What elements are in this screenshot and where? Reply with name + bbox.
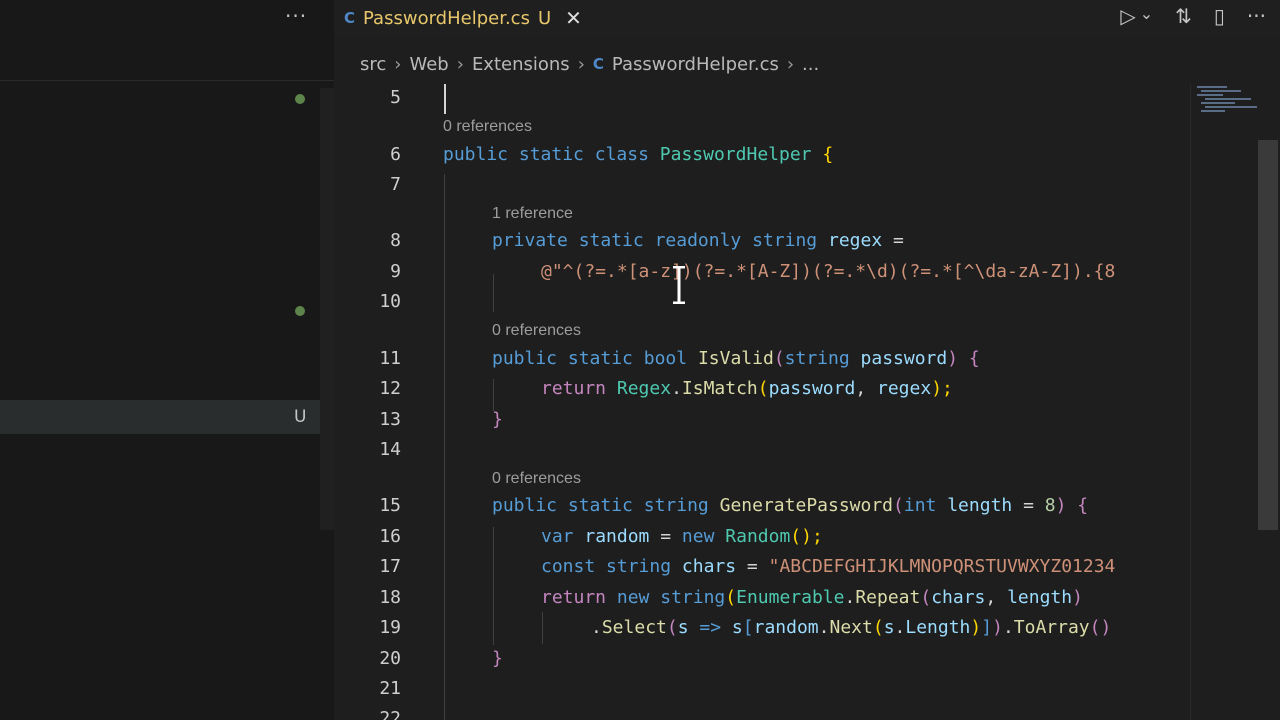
regex-string: @"^(?=.*[a-z])(?=.*[A-Z])(?=.*\d)(?=.*[^…	[541, 261, 1116, 282]
editor-scrollbar[interactable]	[1258, 140, 1278, 530]
sidebar-divider	[0, 80, 334, 81]
line-number: 6	[390, 144, 401, 165]
code-line[interactable]: 8 private static readonly string regex =	[334, 227, 1190, 257]
code-line[interactable]: 12 return Regex.IsMatch(password, regex)…	[334, 375, 1190, 405]
code-text: public static bool IsValid(string passwo…	[492, 348, 980, 369]
editor-actions: ▷ ⌄ ⇅ ▯ ···	[1120, 4, 1266, 28]
line-number: 7	[390, 174, 401, 195]
line-number: 15	[379, 495, 401, 516]
code-line[interactable]: 11 public static bool IsValid(string pas…	[334, 345, 1190, 375]
breadcrumb-file[interactable]: PasswordHelper.cs	[612, 54, 779, 75]
breadcrumb-item[interactable]: Web	[409, 54, 448, 75]
line-number: 16	[379, 526, 401, 547]
code-text: const string chars = "ABCDEFGHIJKLMNOPQR…	[541, 556, 1116, 577]
code-line[interactable]: 20 }	[334, 645, 1190, 675]
line-number: 20	[379, 648, 401, 669]
minimap-line	[1201, 110, 1225, 112]
git-modified-dot	[295, 94, 305, 104]
chevron-right-icon: ›	[456, 53, 464, 75]
code-line[interactable]: 9 @"^(?=.*[a-z])(?=.*[A-Z])(?=.*\d)(?=.*…	[334, 258, 1190, 288]
more-actions-icon[interactable]: ···	[1247, 4, 1266, 28]
minimap-line	[1205, 106, 1257, 108]
code-line[interactable]: 15 public static string GeneratePassword…	[334, 492, 1190, 522]
line-number: 5	[390, 87, 401, 108]
text-cursor	[444, 84, 446, 114]
untracked-badge: U	[294, 407, 307, 427]
breadcrumb-ellipsis[interactable]: ...	[802, 54, 819, 75]
compare-changes-icon[interactable]: ⇅	[1175, 4, 1192, 28]
minimap-line	[1205, 98, 1251, 100]
breadcrumb-item[interactable]: Extensions	[472, 54, 570, 75]
tab-status: U	[537, 7, 552, 29]
code-line[interactable]: 17 const string chars = "ABCDEFGHIJKLMNO…	[334, 553, 1190, 583]
git-modified-dot	[295, 306, 305, 316]
code-line[interactable]: 10	[334, 288, 1190, 318]
minimap-line	[1201, 90, 1241, 92]
code-text: public static class PasswordHelper {	[443, 144, 834, 165]
code-line[interactable]: 19 .Select(s => s[random.Next(s.Length)]…	[334, 614, 1190, 644]
line-number: 21	[379, 678, 401, 699]
line-number: 18	[379, 587, 401, 608]
breadcrumb-item[interactable]: src	[360, 54, 386, 75]
sidebar-scrollbar[interactable]	[320, 88, 334, 530]
code-line[interactable]: 18 return new string(Enumerable.Repeat(c…	[334, 584, 1190, 614]
csharp-file-icon: C	[592, 55, 604, 73]
code-line[interactable]: 7	[334, 171, 1190, 201]
explorer-selected-row[interactable]	[0, 400, 334, 434]
code-text: var random = new Random();	[541, 526, 823, 547]
code-line[interactable]: 21	[334, 675, 1190, 705]
line-number: 13	[379, 409, 401, 430]
split-editor-icon[interactable]: ▯	[1214, 4, 1225, 28]
code-line[interactable]: 14	[334, 436, 1190, 466]
minimap[interactable]	[1190, 84, 1267, 720]
line-number: 14	[379, 439, 401, 460]
sidebar-more-icon[interactable]: ···	[285, 4, 307, 28]
run-icon[interactable]: ▷	[1120, 4, 1135, 28]
code-line[interactable]: 16 var random = new Random();	[334, 523, 1190, 553]
code-text: .Select(s => s[random.Next(s.Length)]).T…	[591, 617, 1112, 638]
codelens-references[interactable]: 1 reference	[492, 205, 573, 227]
tab-filename: PasswordHelper.cs	[363, 7, 530, 29]
line-number: 9	[390, 261, 401, 282]
explorer-sidebar: ··· U	[0, 0, 334, 720]
codelens-references[interactable]: 0 references	[492, 470, 581, 492]
line-number: 22	[379, 708, 401, 720]
code-line[interactable]: 22	[334, 705, 1190, 720]
breadcrumb: src › Web › Extensions › C PasswordHelpe…	[334, 44, 1280, 84]
minimap-line	[1197, 86, 1227, 88]
code-line[interactable]: 6 public static class PasswordHelper {	[334, 141, 1190, 171]
code-text: public static string GeneratePassword(in…	[492, 495, 1089, 516]
line-number: 19	[379, 617, 401, 638]
minimap-line	[1197, 94, 1223, 96]
text-ibeam-cursor-icon	[673, 266, 685, 304]
csharp-file-icon: C	[344, 9, 356, 27]
codelens-references[interactable]: 0 references	[492, 322, 581, 344]
chevron-right-icon: ›	[786, 53, 795, 75]
line-number: 8	[390, 230, 401, 251]
code-text: return Regex.IsMatch(password, regex);	[541, 378, 953, 399]
code-line[interactable]: 13 }	[334, 406, 1190, 436]
minimap-line	[1201, 102, 1235, 104]
close-icon[interactable]: ✕	[565, 6, 582, 30]
code-text: }	[492, 409, 503, 430]
line-number: 10	[379, 291, 401, 312]
tab-bar: C PasswordHelper.cs U ✕ ▷ ⌄ ⇅ ▯ ···	[334, 0, 1280, 36]
codelens-references[interactable]: 0 references	[443, 118, 532, 140]
code-editor[interactable]: 5 0 references 6 public static class Pas…	[334, 84, 1190, 720]
chevron-right-icon: ›	[394, 53, 402, 75]
line-number: 11	[379, 348, 401, 369]
run-dropdown-icon[interactable]: ⌄	[1140, 4, 1153, 28]
tab-passwordhelper[interactable]: C PasswordHelper.cs U ✕	[344, 0, 582, 36]
chevron-right-icon: ›	[577, 53, 585, 75]
line-number: 17	[379, 556, 401, 577]
code-text: return new string(Enumerable.Repeat(char…	[541, 587, 1083, 608]
line-number: 12	[379, 378, 401, 399]
code-text: private static readonly string regex =	[492, 230, 904, 251]
code-text: }	[492, 648, 503, 669]
code-line[interactable]: 5	[334, 84, 1190, 114]
